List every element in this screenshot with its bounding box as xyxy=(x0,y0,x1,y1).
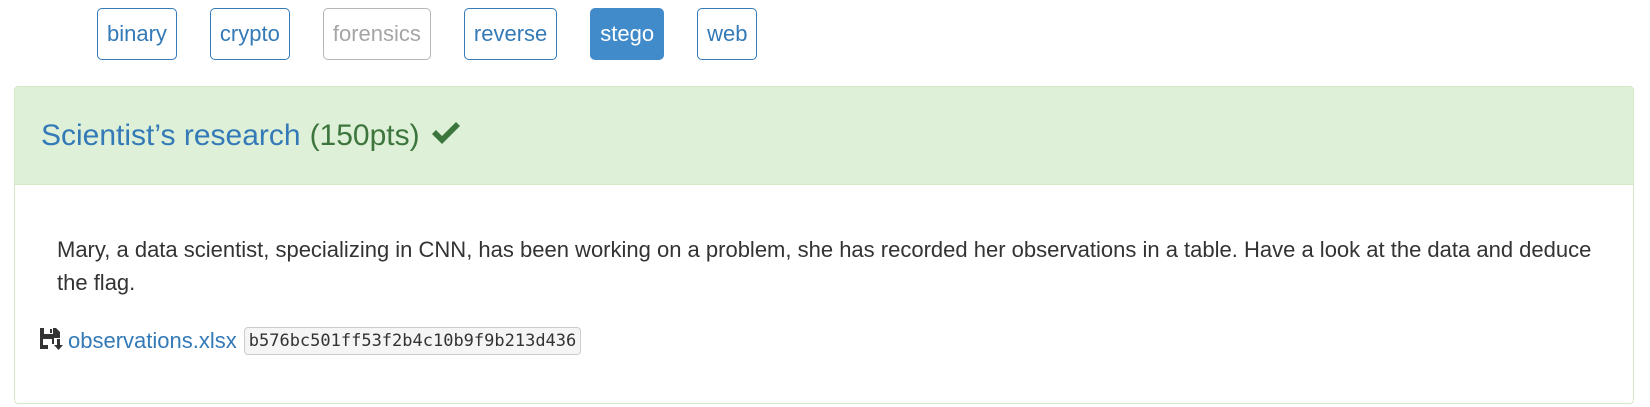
challenge-title[interactable]: Scientist’s research xyxy=(41,119,301,153)
save-icon xyxy=(39,327,63,351)
file-hash: b576bc501ff53f2b4c10b9f9b213d436 xyxy=(243,327,582,355)
challenge-panel: Scientist’s research (150pts) Mary, a da… xyxy=(14,86,1634,404)
filter-stego-button[interactable]: stego xyxy=(590,8,665,60)
filter-crypto-button[interactable]: crypto xyxy=(209,8,290,60)
filter-reverse-button[interactable]: reverse xyxy=(463,8,558,60)
challenge-heading: Scientist’s research (150pts) xyxy=(15,87,1633,185)
filter-web-button[interactable]: web xyxy=(697,8,758,60)
category-filter-bar: binary crypto forensics reverse stego we… xyxy=(97,8,758,60)
challenge-points: (150pts) xyxy=(309,118,420,152)
challenge-description: Mary, a data scientist, specializing in … xyxy=(57,237,1592,295)
filter-binary-button[interactable]: binary xyxy=(97,8,177,60)
attachment-link[interactable]: observations.xlsx xyxy=(68,328,237,354)
check-icon xyxy=(430,119,462,147)
filter-forensics-button[interactable]: forensics xyxy=(322,8,431,60)
attachment-row: observations.xlsx b576bc501ff53f2b4c10b9… xyxy=(39,327,582,355)
